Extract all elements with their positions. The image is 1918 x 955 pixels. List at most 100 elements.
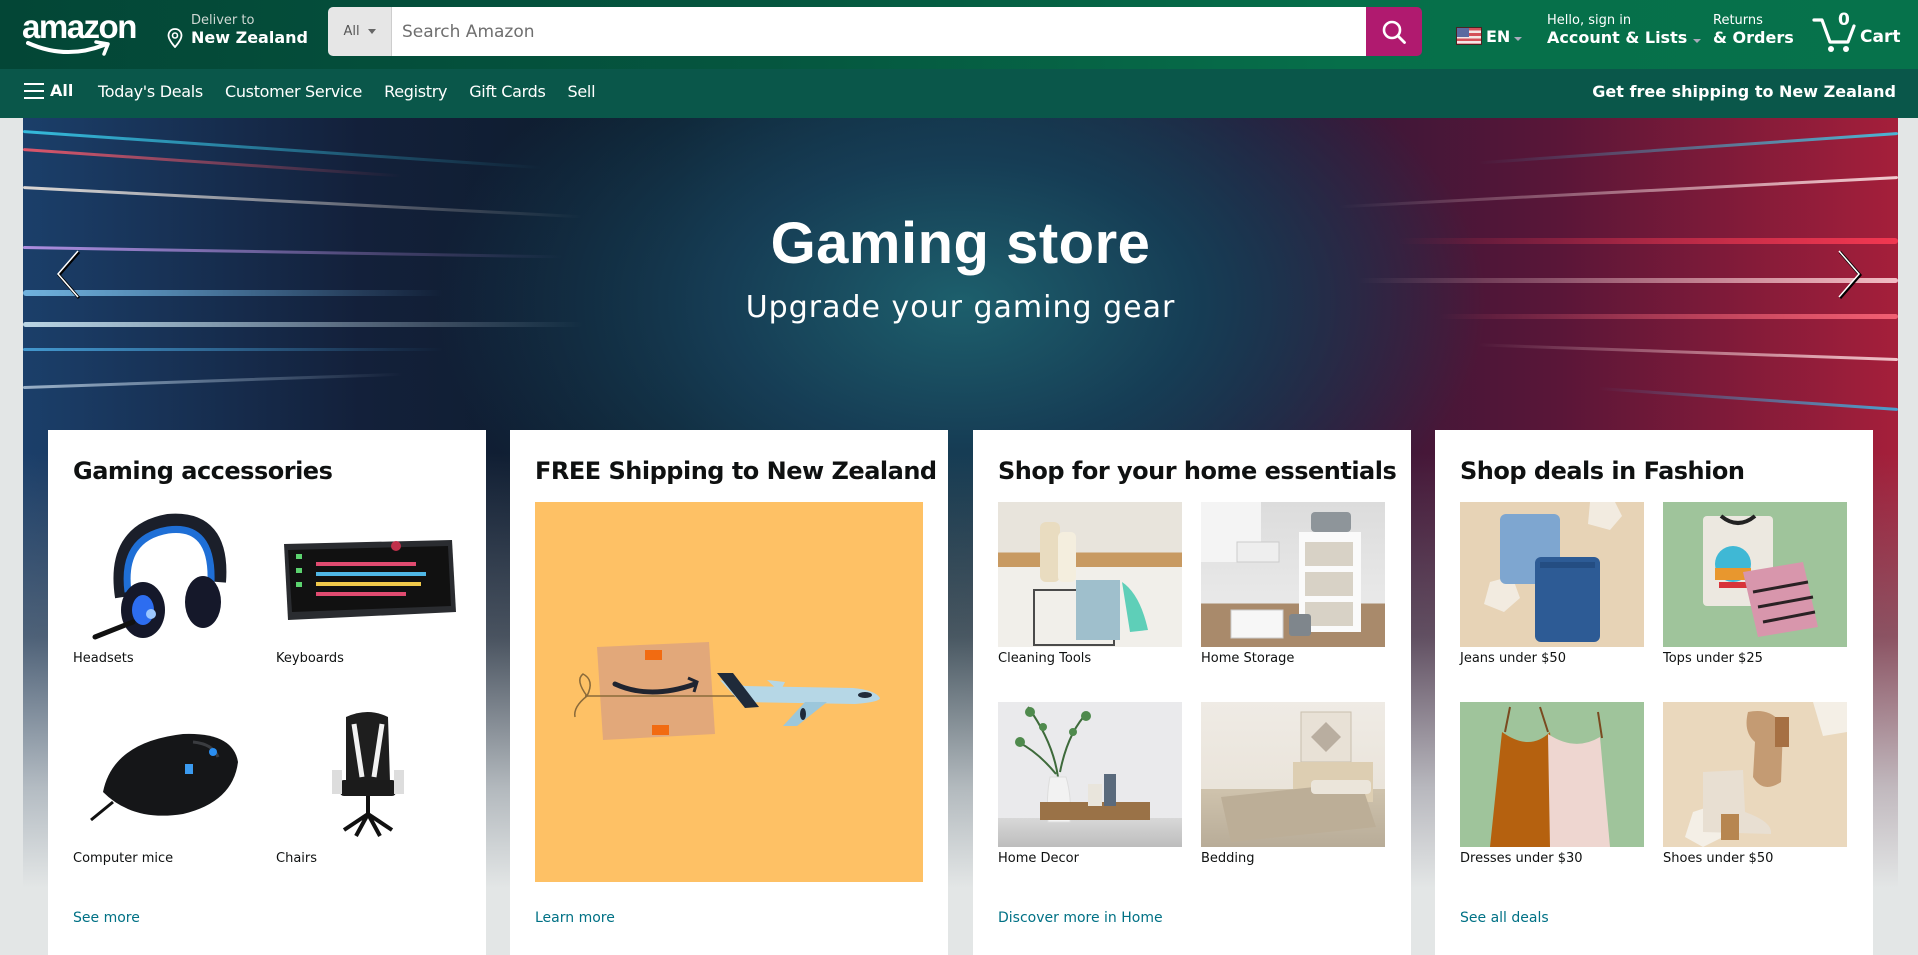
headset-image — [73, 502, 257, 647]
category-tile-headsets[interactable]: Headsets — [73, 502, 257, 666]
carousel-prev-button[interactable] — [51, 248, 91, 302]
smile-arrow-icon — [26, 40, 110, 56]
category-tile-cleaning-tools[interactable]: Cleaning Tools — [998, 502, 1182, 666]
category-label: Jeans under $50 — [1460, 651, 1566, 666]
all-menu-label: All — [50, 81, 74, 100]
account-greeting: Hello, sign in — [1547, 13, 1632, 28]
card-fashion-deals: Shop deals in Fashion Jeans under $50 To… — [1435, 430, 1873, 955]
bedding-image — [1201, 702, 1385, 847]
light-streak — [1598, 387, 1898, 411]
language-code: EN — [1486, 26, 1511, 46]
hero-title: Gaming store — [770, 211, 1151, 276]
category-label: Shoes under $50 — [1663, 851, 1774, 866]
home-storage-image — [1201, 502, 1385, 647]
category-tile-home-decor[interactable]: Home Decor — [998, 702, 1182, 866]
light-streak — [23, 348, 443, 351]
category-label: Keyboards — [276, 651, 344, 666]
category-label: Computer mice — [73, 851, 174, 866]
orders-label: & Orders — [1713, 28, 1794, 47]
category-tile-chairs[interactable]: Chairs — [276, 702, 460, 866]
hero-subtitle: Upgrade your gaming gear — [745, 290, 1176, 325]
deliver-label: Deliver to — [191, 13, 255, 28]
category-grid: Headsets Keyboards Computer mice Chairs — [73, 502, 461, 866]
category-label: Cleaning Tools — [998, 651, 1092, 666]
account-and-lists[interactable]: Hello, sign in Account & Lists — [1547, 13, 1702, 47]
returns-label: Returns — [1713, 13, 1763, 28]
keyboard-image — [276, 502, 460, 647]
category-tile-jeans[interactable]: Jeans under $50 — [1460, 502, 1644, 666]
discover-more-link[interactable]: Discover more in Home — [998, 910, 1163, 926]
airplane-icon — [717, 673, 880, 726]
us-flag-icon — [1456, 27, 1482, 45]
returns-and-orders[interactable]: Returns & Orders — [1713, 13, 1794, 47]
category-label: Tops under $25 — [1663, 651, 1763, 666]
location-pin-icon — [167, 28, 183, 48]
category-tile-keyboards[interactable]: Keyboards — [276, 502, 460, 666]
card-title: Shop for your home essentials — [998, 457, 1397, 485]
tops-image — [1663, 502, 1847, 647]
caret-down-icon — [1514, 37, 1523, 41]
shoes-image — [1663, 702, 1847, 847]
light-streak — [23, 372, 403, 389]
mouse-image — [73, 702, 257, 847]
category-label: Dresses under $30 — [1460, 851, 1583, 866]
chevron-left-icon — [57, 250, 81, 299]
light-streak — [1478, 343, 1898, 361]
top-header: amazon Deliver to New Zealand All EN — [0, 0, 1918, 69]
category-grid: Jeans under $50 Tops under $25 Dresses u… — [1460, 502, 1848, 866]
nav-link-todays-deals[interactable]: Today's Deals — [98, 82, 203, 101]
amazon-logo[interactable]: amazon — [22, 8, 144, 58]
category-grid: Cleaning Tools Home Storage Home Decor B… — [998, 502, 1386, 866]
home-decor-image — [998, 702, 1182, 847]
category-label: Headsets — [73, 651, 134, 666]
see-more-link[interactable]: See more — [73, 910, 140, 926]
chevron-right-icon — [1838, 250, 1862, 299]
category-label: Chairs — [276, 851, 318, 866]
search-button[interactable] — [1366, 7, 1422, 56]
search-bar: All — [328, 7, 1422, 56]
search-category-value: All — [343, 24, 360, 39]
nav-link-sell[interactable]: Sell — [568, 82, 596, 101]
hamburger-icon — [24, 82, 44, 99]
language-selector[interactable]: EN — [1456, 26, 1523, 46]
search-icon — [1382, 20, 1406, 44]
card-title: FREE Shipping to New Zealand — [535, 457, 937, 485]
see-all-deals-link[interactable]: See all deals — [1460, 910, 1549, 926]
nav-bar: All Today's Deals Customer Service Regis… — [0, 69, 1918, 118]
category-tile-home-storage[interactable]: Home Storage — [1201, 502, 1385, 666]
category-tile-tops[interactable]: Tops under $25 — [1663, 502, 1847, 666]
category-tile-computer-mice[interactable]: Computer mice — [73, 702, 257, 866]
category-tile-bedding[interactable]: Bedding — [1201, 702, 1385, 866]
caret-down-icon — [367, 29, 376, 34]
chair-image — [276, 702, 460, 847]
card-free-shipping: FREE Shipping to New Zealand Learn more — [510, 430, 948, 955]
deliver-country: New Zealand — [191, 28, 308, 47]
search-category-dropdown[interactable]: All — [328, 7, 392, 56]
nav-link-registry[interactable]: Registry — [384, 82, 447, 101]
learn-more-link[interactable]: Learn more — [535, 910, 615, 926]
nav-links: Today's Deals Customer Service Registry … — [98, 82, 596, 101]
category-tile-dresses[interactable]: Dresses under $30 — [1460, 702, 1644, 866]
nav-link-gift-cards[interactable]: Gift Cards — [469, 82, 546, 101]
category-label: Home Decor — [998, 851, 1079, 866]
carousel-next-button[interactable] — [1828, 248, 1868, 302]
account-label: Account & Lists — [1547, 28, 1688, 47]
cart-button[interactable]: 0 Cart — [1812, 10, 1902, 54]
category-tile-shoes[interactable]: Shoes under $50 — [1663, 702, 1847, 866]
light-streak — [1358, 278, 1898, 283]
caret-down-icon — [1693, 38, 1702, 43]
light-streak — [1478, 132, 1898, 165]
search-input[interactable] — [392, 7, 1366, 56]
card-title: Shop deals in Fashion — [1460, 457, 1745, 485]
jeans-image — [1460, 502, 1644, 647]
cleaning-tools-image — [998, 502, 1182, 647]
free-shipping-promo-link[interactable]: Get free shipping to New Zealand — [1592, 82, 1896, 101]
all-menu-button[interactable]: All — [24, 81, 73, 100]
cart-label: Cart — [1860, 27, 1901, 47]
cart-count: 0 — [1838, 10, 1850, 30]
category-label: Bedding — [1201, 851, 1255, 866]
light-streak — [1338, 176, 1898, 209]
light-streak — [23, 130, 542, 170]
shipping-illustration[interactable] — [535, 502, 923, 882]
nav-link-customer-service[interactable]: Customer Service — [225, 82, 362, 101]
